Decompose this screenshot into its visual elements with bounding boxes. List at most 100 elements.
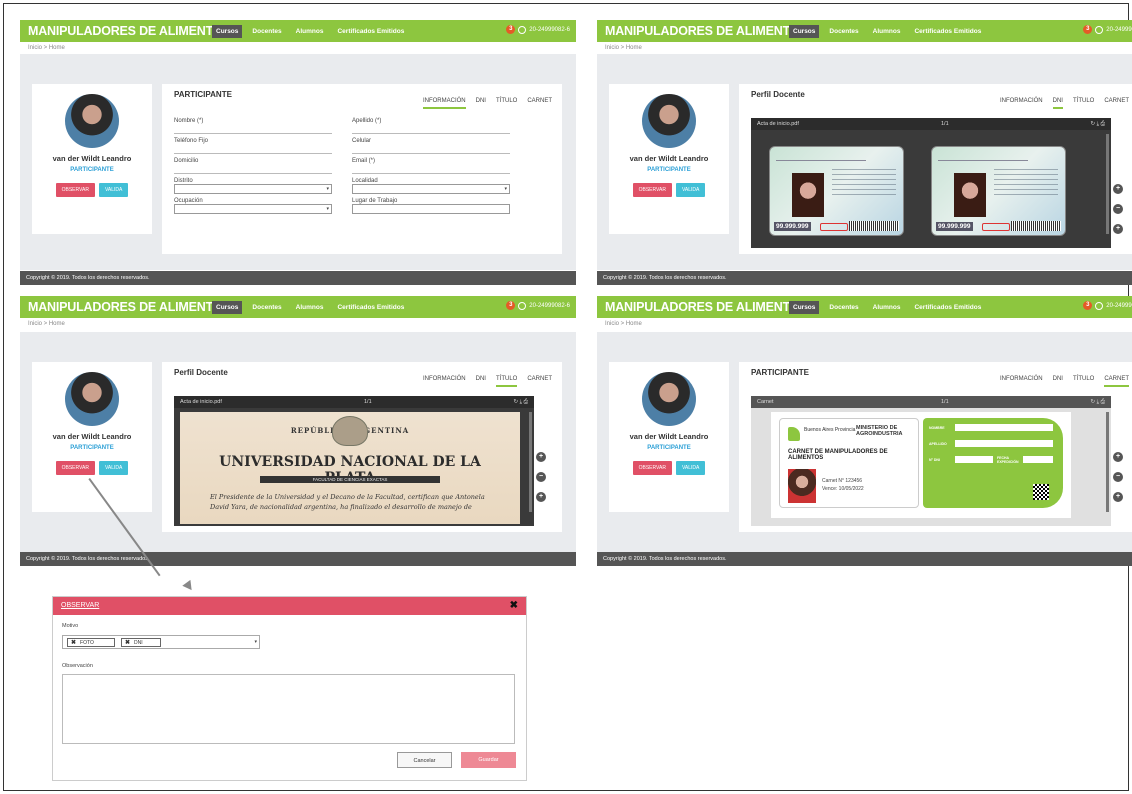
tab-titulo[interactable]: TÍTULO <box>495 376 518 387</box>
motive-multiselect[interactable]: ✖ FOTO ✖ DNI ▾ <box>62 635 260 649</box>
save-button[interactable]: Guardar <box>461 752 516 768</box>
observation-textarea[interactable] <box>62 674 515 744</box>
breadcrumb[interactable]: Inicio > Home <box>20 42 576 54</box>
user-icon[interactable] <box>518 301 527 310</box>
tab-informacion[interactable]: INFORMACIÓN <box>1000 98 1043 109</box>
breadcrumb[interactable]: Inicio > Home <box>597 318 1132 330</box>
user-code[interactable]: 20-24999082-6 <box>1106 27 1132 33</box>
nav-certificados[interactable]: Certificados Emitidos <box>333 25 408 38</box>
tab-carnet[interactable]: CARNET <box>1104 98 1129 109</box>
nav-docentes[interactable]: Docentes <box>248 301 285 314</box>
tab-dni[interactable]: DNI <box>476 376 486 387</box>
notification-badge[interactable]: 3 <box>1083 301 1093 310</box>
tab-informacion[interactable]: INFORMACIÓN <box>423 376 466 387</box>
zoom-fit-icon[interactable]: + <box>1113 224 1123 234</box>
nav-cursos[interactable]: Cursos <box>789 25 820 38</box>
zoom-fit-icon[interactable]: + <box>536 492 546 502</box>
ocupacion-select[interactable] <box>174 204 332 214</box>
validate-button[interactable]: VALIDA <box>98 461 129 475</box>
app-brand[interactable]: MANIPULADORES DE ALIMENTOS <box>28 300 231 314</box>
nav-docentes[interactable]: Docentes <box>248 25 285 38</box>
nav-certificados[interactable]: Certificados Emitidos <box>910 25 985 38</box>
tab-dni[interactable]: DNI <box>1052 98 1063 109</box>
viewer-scrollbar[interactable] <box>1106 412 1109 512</box>
user-icon[interactable] <box>1095 301 1104 310</box>
tab-carnet[interactable]: CARNET <box>1104 376 1129 387</box>
nav-alumnos[interactable]: Alumnos <box>869 25 905 38</box>
remove-chip-icon[interactable]: ✖ <box>125 639 130 646</box>
user-zone[interactable]: 3 20-24999082-6 <box>506 25 570 34</box>
chip-foto[interactable]: ✖ FOTO <box>67 638 115 647</box>
close-icon[interactable]: ✖ <box>510 600 518 611</box>
chevron-down-icon[interactable]: ▾ <box>254 639 257 645</box>
nav-cursos[interactable]: Cursos <box>212 301 243 314</box>
user-icon[interactable] <box>1095 25 1104 34</box>
zoom-in-icon[interactable]: + <box>536 452 546 462</box>
breadcrumb[interactable]: Inicio > Home <box>20 318 576 330</box>
notification-badge[interactable]: 3 <box>506 25 516 34</box>
tab-carnet[interactable]: CARNET <box>527 98 552 109</box>
user-icon[interactable] <box>518 25 527 34</box>
validate-button[interactable]: VALIDA <box>98 183 129 197</box>
observe-button[interactable]: OBSERVAR <box>55 183 95 197</box>
cancel-button[interactable]: Cancelar <box>397 752 452 768</box>
notification-badge[interactable]: 3 <box>1083 25 1093 34</box>
app-brand[interactable]: MANIPULADORES DE ALIMENTOS <box>605 24 808 38</box>
tab-informacion[interactable]: INFORMACIÓN <box>422 98 466 109</box>
celular-field[interactable] <box>352 144 510 154</box>
distrito-select[interactable] <box>174 184 332 194</box>
remove-chip-icon[interactable]: ✖ <box>71 639 76 646</box>
viewer-scrollbar[interactable] <box>1106 134 1109 234</box>
nav-docentes[interactable]: Docentes <box>825 301 862 314</box>
nav-certificados[interactable]: Certificados Emitidos <box>910 301 985 314</box>
app-brand[interactable]: MANIPULADORES DE ALIMENTOS <box>28 24 231 38</box>
zoom-in-icon[interactable]: + <box>1113 184 1123 194</box>
tab-titulo[interactable]: TÍTULO <box>1073 376 1094 387</box>
nav-alumnos[interactable]: Alumnos <box>292 25 328 38</box>
observe-button[interactable]: OBSERVAR <box>55 461 95 475</box>
viewer-actions-icon[interactable]: ↻ ⤓ ⎙ <box>514 399 529 406</box>
notification-badge[interactable]: 3 <box>506 301 516 310</box>
observe-button[interactable]: OBSERVAR <box>632 461 672 475</box>
viewer-scrollbar[interactable] <box>529 412 532 512</box>
chip-dni[interactable]: ✖ DNI <box>121 638 161 647</box>
user-code[interactable]: 20-24999082-6 <box>1106 303 1132 309</box>
tab-titulo[interactable]: TÍTULO <box>1073 98 1094 109</box>
nav-certificados[interactable]: Certificados Emitidos <box>333 301 408 314</box>
app-brand[interactable]: MANIPULADORES DE ALIMENTOS <box>605 300 808 314</box>
lugar-trabajo-field[interactable] <box>352 204 510 214</box>
domicilio-field[interactable] <box>174 164 332 174</box>
observe-button[interactable]: OBSERVAR <box>632 183 672 197</box>
user-code[interactable]: 20-24999082-6 <box>529 27 570 33</box>
user-zone[interactable]: 3 20-24999082-6 <box>1083 25 1132 34</box>
nav-cursos[interactable]: Cursos <box>212 25 243 38</box>
email-field[interactable] <box>352 164 510 174</box>
zoom-out-icon[interactable]: − <box>536 472 546 482</box>
zoom-in-icon[interactable]: + <box>1113 452 1123 462</box>
localidad-select[interactable] <box>352 184 510 194</box>
user-code[interactable]: 20-24999082-6 <box>529 303 570 309</box>
breadcrumb[interactable]: Inicio > Home <box>597 42 1132 54</box>
nav-alumnos[interactable]: Alumnos <box>869 301 905 314</box>
tab-informacion[interactable]: INFORMACIÓN <box>1000 376 1043 387</box>
viewer-actions-icon[interactable]: ↻ ⤓ ⎙ <box>1091 121 1106 128</box>
nombre-field[interactable] <box>174 124 332 134</box>
nav-docentes[interactable]: Docentes <box>825 25 862 38</box>
zoom-fit-icon[interactable]: + <box>1113 492 1123 502</box>
zoom-out-icon[interactable]: − <box>1113 204 1123 214</box>
tab-dni[interactable]: DNI <box>476 98 486 109</box>
viewer-actions-icon[interactable]: ↻ ⤓ ⎙ <box>1091 399 1106 406</box>
apellido-field[interactable] <box>352 124 510 134</box>
nav-alumnos[interactable]: Alumnos <box>292 301 328 314</box>
tab-carnet[interactable]: CARNET <box>527 376 552 387</box>
tab-titulo[interactable]: TÍTULO <box>496 98 517 109</box>
profile-role: PARTICIPANTE <box>647 445 691 451</box>
tab-dni[interactable]: DNI <box>1053 376 1063 387</box>
nav-cursos[interactable]: Cursos <box>789 301 820 314</box>
user-zone[interactable]: 3 20-24999082-6 <box>506 301 570 310</box>
validate-button[interactable]: VALIDA <box>675 461 706 475</box>
user-zone[interactable]: 3 20-24999082-6 <box>1083 301 1132 310</box>
validate-button[interactable]: VALIDA <box>675 183 706 197</box>
zoom-out-icon[interactable]: − <box>1113 472 1123 482</box>
telefono-field[interactable] <box>174 144 332 154</box>
